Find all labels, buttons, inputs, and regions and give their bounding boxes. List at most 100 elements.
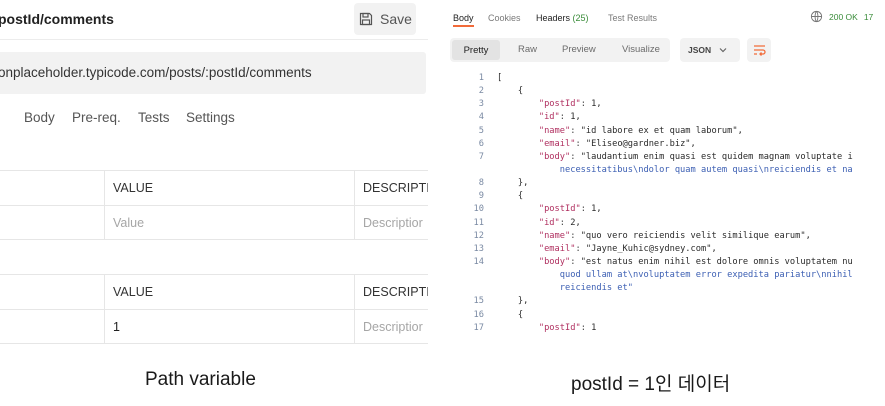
caption-left: Path variable	[145, 369, 256, 390]
code-line: "email": "Jayne_Kuhic@sydney.com",	[538, 243, 717, 254]
tab-tests[interactable]: Tests	[138, 110, 170, 125]
line-number: 9	[478, 191, 484, 202]
request-title[interactable]: postId/comments	[0, 11, 114, 27]
description-input[interactable]: Descriptior	[354, 310, 428, 343]
code-line: "postId": 1,	[538, 99, 602, 110]
tab-body[interactable]: Body	[24, 110, 55, 125]
code-line: "email": "Eliseo@gardner.biz",	[538, 138, 696, 149]
line-number: 8	[478, 178, 484, 189]
line-number: 16	[473, 309, 484, 320]
code-line: necessitatibus\ndolor quam autem quasi\n…	[497, 164, 853, 175]
code-line: "name": "id labore ex et quam laborum",	[538, 125, 743, 136]
line-number	[458, 164, 484, 177]
code-line: "postId": 1	[538, 322, 597, 333]
key-cell[interactable]	[0, 310, 104, 343]
value-input[interactable]: Value	[104, 206, 354, 239]
active-tab-indicator	[453, 25, 474, 27]
tab-settings[interactable]: Settings	[186, 110, 235, 125]
value-header: VALUE	[104, 275, 354, 309]
raw-button[interactable]: Raw	[518, 44, 537, 55]
caption-right: postId = 1인 데이터	[571, 374, 731, 395]
headers-label: Headers	[536, 13, 571, 23]
table-header-row: VALUE DESCRIPTI	[0, 171, 428, 206]
format-select[interactable]: JSON	[680, 38, 740, 62]
tab-prereq[interactable]: Pre-req.	[72, 110, 121, 125]
code-line: "body": "est natus enim nihil est dolore…	[538, 256, 853, 267]
code-line: [	[497, 73, 503, 83]
status-code: 200 OK	[829, 11, 858, 22]
tab-response-body[interactable]: Body	[453, 13, 474, 23]
response-status: 200 OK 17	[810, 10, 873, 23]
line-number: 5	[478, 125, 484, 136]
tab-test-results[interactable]: Test Results	[608, 13, 657, 23]
line-number: 13	[473, 243, 484, 254]
save-label: Save	[380, 11, 412, 27]
code-content: [ { "postId": 1, "id": 1, "name": "id la…	[497, 72, 853, 335]
response-panel: Body Cookies Headers (25) Test Results 2…	[448, 0, 885, 348]
response-body-viewer[interactable]: 1 2 3 4 5 6 7 8 9 10 11 12 13 14 15 16 17 [ { "postId": …	[448, 72, 885, 348]
code-line: },	[497, 296, 529, 307]
line-number: 7	[478, 151, 484, 162]
code-line: quod ullam at\nvoluptatem error expedita…	[497, 270, 853, 281]
line-number: 3	[478, 99, 484, 110]
code-line: {	[497, 309, 524, 320]
line-numbers: 1 2 3 4 5 6 7 8 9 10 11 12 13 14 15 16 17	[458, 72, 484, 335]
value-header: VALUE	[104, 171, 354, 205]
line-number	[458, 269, 484, 282]
code-line: "postId": 1,	[538, 204, 602, 215]
code-line: },	[497, 178, 529, 189]
description-header: DESCRIPTI	[354, 171, 428, 205]
description-input[interactable]: Descriptior	[354, 206, 428, 239]
line-number: 17	[473, 322, 484, 333]
value-input[interactable]: 1	[104, 310, 354, 343]
preview-button[interactable]: Preview	[562, 44, 596, 55]
chevron-down-icon	[719, 48, 727, 53]
code-line: "id": 1,	[538, 112, 581, 123]
description-header: DESCRIPTI	[354, 275, 428, 309]
globe-icon	[810, 10, 823, 23]
wrap-lines-button[interactable]	[747, 38, 771, 62]
response-time: 17	[863, 11, 874, 22]
table-row: 1 Descriptior	[0, 310, 428, 344]
code-line: "body": "laudantium enim quasi est quide…	[538, 151, 853, 162]
query-params-table: VALUE DESCRIPTI Value Descriptior	[0, 170, 428, 240]
visualize-button[interactable]: Visualize	[622, 44, 660, 55]
table-row: Value Descriptior	[0, 206, 428, 240]
format-toolbar: Pretty Raw Preview Visualize JSON	[448, 38, 885, 64]
line-number	[458, 282, 484, 295]
path-variables-table: VALUE DESCRIPTI 1 Descriptior	[0, 274, 428, 344]
key-cell[interactable]	[0, 206, 104, 239]
key-header	[0, 171, 104, 205]
tab-cookies[interactable]: Cookies	[488, 13, 521, 23]
line-number: 1	[478, 73, 484, 83]
save-icon	[359, 12, 373, 26]
wrap-lines-icon	[753, 45, 766, 56]
request-panel: postId/comments Save onplaceholder.typic…	[0, 0, 428, 352]
headers-count: (25)	[572, 13, 589, 23]
line-number: 4	[478, 112, 484, 123]
line-number: 14	[473, 256, 484, 267]
pretty-button[interactable]: Pretty	[452, 40, 500, 60]
scroll-fade	[448, 334, 885, 348]
line-number: 6	[478, 138, 484, 149]
code-line: "name": "quo vero reiciendis velit simil…	[538, 230, 811, 241]
code-line: reiciendis et"	[497, 283, 633, 294]
line-number: 12	[473, 230, 484, 241]
response-tabs: Body Cookies Headers (25) Test Results 2…	[448, 0, 885, 28]
tab-params-fragment[interactable]: )	[0, 110, 1, 125]
url-input[interactable]: onplaceholder.typicode.com/posts/:postId…	[0, 52, 426, 94]
code-line: "id": 2,	[538, 217, 581, 228]
line-number: 10	[473, 204, 484, 215]
url-text: onplaceholder.typicode.com/posts/:postId…	[0, 65, 312, 80]
save-button[interactable]: Save	[354, 3, 416, 35]
tab-headers[interactable]: Headers (25)	[536, 13, 589, 23]
key-header	[0, 275, 104, 309]
line-number: 2	[478, 86, 484, 97]
code-line: {	[497, 191, 524, 202]
table-header-row: VALUE DESCRIPTI	[0, 275, 428, 310]
request-header: postId/comments Save	[0, 0, 428, 40]
line-number: 15	[473, 296, 484, 307]
line-number: 11	[473, 217, 484, 228]
view-mode-segmented: Pretty Raw Preview Visualize	[450, 38, 670, 62]
format-select-value: JSON	[688, 45, 712, 55]
